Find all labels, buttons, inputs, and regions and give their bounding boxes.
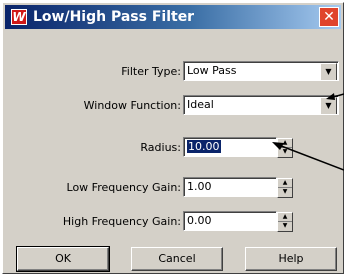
chevron-down-icon: ▼ <box>325 67 332 76</box>
spin-down-icon[interactable]: ▼ <box>278 188 292 197</box>
spin-up-icon[interactable]: ▲ <box>278 213 292 222</box>
window-function-value: Ideal <box>187 98 214 111</box>
window-function-dropdown-button[interactable]: ▼ <box>320 97 337 114</box>
spin-up-icon[interactable]: ▲ <box>278 139 292 148</box>
spin-down-icon[interactable]: ▼ <box>278 148 292 157</box>
close-button[interactable]: ✕ <box>319 7 339 27</box>
filter-type-select[interactable]: Low Pass ▼ <box>183 61 339 81</box>
help-button[interactable]: Help <box>245 247 337 271</box>
radius-spinner[interactable]: ▲ ▼ <box>277 138 293 158</box>
low-gain-row: Low Frequency Gain: 1.00 ▲ ▼ <box>3 177 344 199</box>
window-function-row: Window Function: Ideal ▼ <box>3 95 344 117</box>
radius-row: Radius: 10.00 ▲ ▼ <box>3 137 344 159</box>
spin-up-icon[interactable]: ▲ <box>278 179 292 188</box>
high-gain-input[interactable]: 0.00 <box>183 211 277 231</box>
dialog-title: Low/High Pass Filter <box>33 9 195 25</box>
chevron-down-icon: ▼ <box>325 101 332 110</box>
high-gain-spinner[interactable]: ▲ ▼ <box>277 212 293 232</box>
filter-type-dropdown-button[interactable]: ▼ <box>320 63 337 80</box>
low-gain-label: Low Frequency Gain: <box>66 181 181 194</box>
filter-type-value: Low Pass <box>187 64 237 77</box>
low-gain-spinner[interactable]: ▲ ▼ <box>277 178 293 198</box>
filter-type-label: Filter Type: <box>121 65 181 78</box>
low-gain-value: 1.00 <box>187 180 212 193</box>
cancel-button[interactable]: Cancel <box>131 247 223 271</box>
filter-type-row: Filter Type: Low Pass ▼ <box>3 61 344 83</box>
window-function-select[interactable]: Ideal ▼ <box>183 95 339 115</box>
high-gain-row: High Frequency Gain: 0.00 ▲ ▼ <box>3 211 344 233</box>
title-bar[interactable]: W Low/High Pass Filter ✕ <box>5 5 341 29</box>
radius-label: Radius: <box>140 141 181 154</box>
spin-down-icon[interactable]: ▼ <box>278 222 292 231</box>
high-gain-value: 0.00 <box>187 214 212 227</box>
window-function-label: Window Function: <box>83 99 181 112</box>
radius-value: 10.00 <box>187 140 221 153</box>
app-logo-icon: W <box>11 9 27 25</box>
dialog-window: W Low/High Pass Filter ✕ Filter Type: Lo… <box>2 2 344 274</box>
low-gain-input[interactable]: 1.00 <box>183 177 277 197</box>
ok-button[interactable]: OK <box>16 246 110 272</box>
radius-input[interactable]: 10.00 <box>183 137 277 157</box>
high-gain-label: High Frequency Gain: <box>62 215 181 228</box>
